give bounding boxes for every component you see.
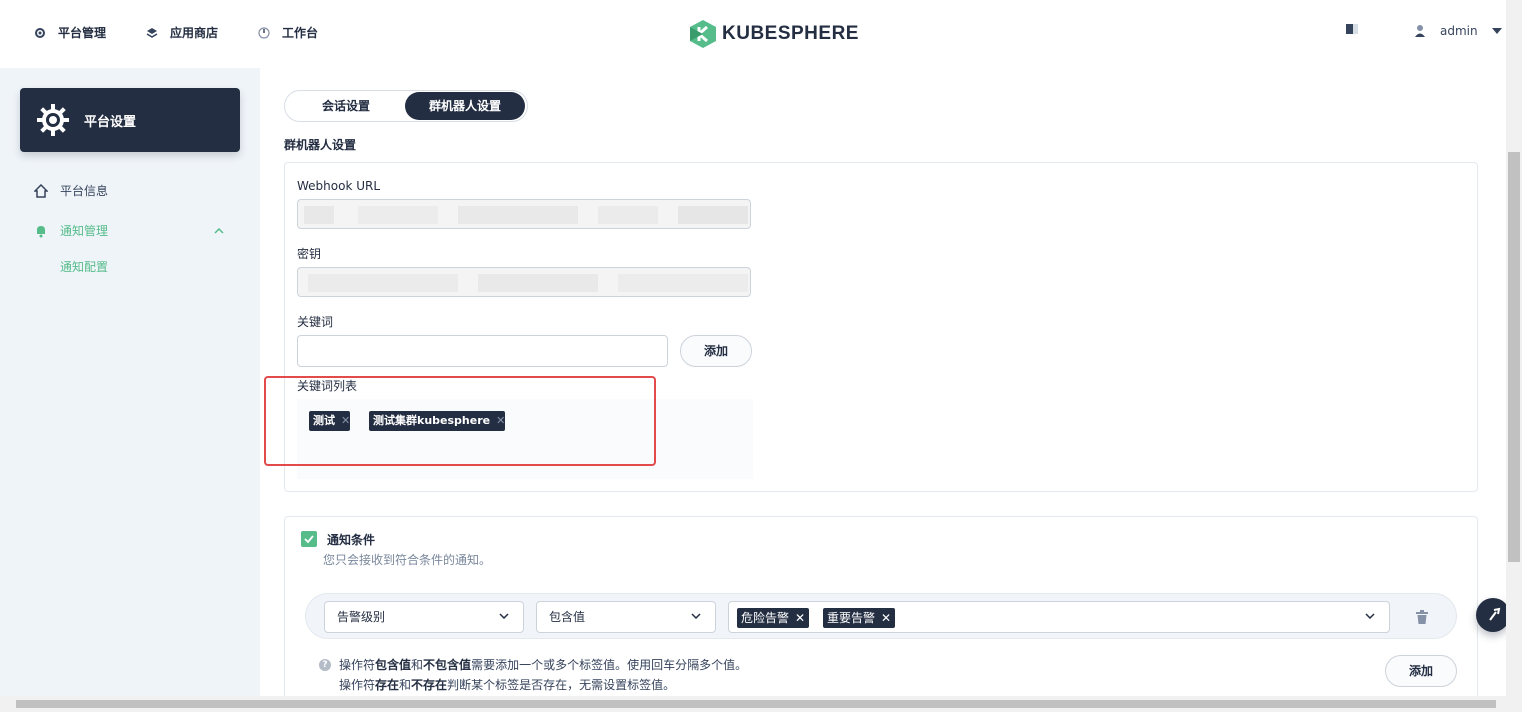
value-tag-label: 危险告警 <box>741 611 790 625</box>
caret-down-icon <box>1491 28 1502 34</box>
user-menu[interactable]: admin <box>1414 24 1502 38</box>
conditions-description: 您只会接收到符合条件的通知。 <box>323 553 492 567</box>
nav-platform-management[interactable]: 平台管理 <box>34 24 106 41</box>
help-text: 操作符包含值和不包含值需要添加一个或多个标签值。使用回车分隔多个值。 操作符存在… <box>339 655 747 695</box>
scrollbar-thumb[interactable] <box>1508 152 1520 562</box>
username: admin <box>1440 24 1478 38</box>
logo-text: KUBESPHERE <box>722 23 859 44</box>
scrollbar-thumb[interactable] <box>16 700 1496 708</box>
sidebar: 平台设置 平台信息 通知管理 通知配置 <box>0 68 260 696</box>
sidebar-subitem-notification-config[interactable]: 通知配置 <box>60 258 108 275</box>
nav-label: 平台管理 <box>58 26 107 40</box>
user-icon <box>1415 25 1425 37</box>
condition-operator-select[interactable]: 包含值 <box>536 601 716 633</box>
condition-values-select[interactable]: 危险告警 ✕ 重要告警 ✕ <box>728 601 1390 633</box>
webhook-label: Webhook URL <box>297 179 381 193</box>
nav-workbench[interactable]: 工作台 <box>258 24 318 41</box>
nav-app-store[interactable]: 应用商店 <box>146 24 218 41</box>
kubesphere-logo[interactable]: KUBESPHERE <box>690 20 859 48</box>
tab-session-settings[interactable]: 会话设置 <box>287 92 405 120</box>
help-line-1: 操作符包含值和不包含值需要添加一个或多个标签值。使用回车分隔多个值。 <box>339 658 748 672</box>
close-icon[interactable]: ✕ <box>881 611 891 625</box>
main-content: 会话设置 群机器人设置 群机器人设置 Webhook URL 密钥 关键词 添加… <box>260 68 1506 696</box>
close-icon[interactable]: ✕ <box>795 611 805 625</box>
top-nav-bar: 平台管理 应用商店 工作台 KUBESPHERE admin <box>0 0 1506 68</box>
toolbox-button[interactable] <box>1476 598 1510 632</box>
horizontal-scrollbar[interactable] <box>0 696 1522 712</box>
panel-icon <box>1346 24 1358 34</box>
conditions-checkbox[interactable] <box>301 531 317 547</box>
hammer-icon <box>1489 607 1501 621</box>
stack-icon <box>146 27 158 38</box>
tab-bot-settings[interactable]: 群机器人设置 <box>405 92 525 120</box>
notification-toggle[interactable] <box>1346 24 1358 34</box>
webhook-url-input[interactable] <box>297 199 751 229</box>
condition-row: 告警级别 包含值 危险告警 ✕ 重要告警 ✕ <box>305 593 1457 639</box>
conditions-title: 通知条件 <box>327 533 376 547</box>
sidebar-item-label: 通知管理 <box>60 224 109 238</box>
chevron-down-icon <box>499 613 509 619</box>
value-tag-label: 重要告警 <box>827 611 876 625</box>
select-value: 告警级别 <box>337 610 386 624</box>
bell-icon <box>37 225 45 237</box>
keyword-input[interactable] <box>297 335 668 367</box>
chevron-down-icon <box>1365 613 1375 619</box>
select-value: 包含值 <box>549 610 586 624</box>
home-icon <box>34 183 48 198</box>
nav-label: 工作台 <box>282 26 319 40</box>
secret-input[interactable] <box>297 267 751 297</box>
kubesphere-logo-icon <box>690 20 716 48</box>
notification-conditions-card: 通知条件 您只会接收到符合条件的通知。 告警级别 包含值 危险告警 ✕ 重要告警 ✕ <box>284 516 1478 696</box>
condition-field-select[interactable]: 告警级别 <box>324 601 524 633</box>
keyword-label: 关键词 <box>297 315 334 329</box>
vertical-scrollbar[interactable] <box>1506 0 1522 696</box>
gear-icon <box>35 27 45 38</box>
settings-gear-icon <box>37 104 69 136</box>
value-tag: 危险告警 ✕ <box>737 608 810 628</box>
check-icon <box>304 535 314 544</box>
sidebar-title: 平台设置 <box>84 114 137 130</box>
sidebar-item-platform-info[interactable]: 平台信息 <box>34 182 108 199</box>
add-condition-button[interactable]: 添加 <box>1385 655 1457 687</box>
sidebar-item-notification-management[interactable]: 通知管理 <box>34 222 108 239</box>
dashboard-icon <box>258 26 270 39</box>
chevron-down-icon <box>691 613 701 619</box>
section-title: 群机器人设置 <box>284 138 357 152</box>
trash-icon[interactable] <box>1416 610 1428 624</box>
highlight-annotation <box>264 376 656 466</box>
nav-label: 应用商店 <box>170 26 219 40</box>
sidebar-header: 平台设置 <box>20 88 240 152</box>
chevron-up-icon[interactable] <box>214 228 224 234</box>
value-tag: 重要告警 ✕ <box>823 608 896 628</box>
add-keyword-button[interactable]: 添加 <box>680 335 752 367</box>
tab-group: 会话设置 群机器人设置 <box>284 90 528 122</box>
sidebar-item-label: 平台信息 <box>60 184 109 198</box>
help-line-2: 操作符存在和不存在判断某个标签是否存在，无需设置标签值。 <box>339 678 676 692</box>
secret-label: 密钥 <box>297 247 322 261</box>
help-icon: ? <box>319 659 331 671</box>
